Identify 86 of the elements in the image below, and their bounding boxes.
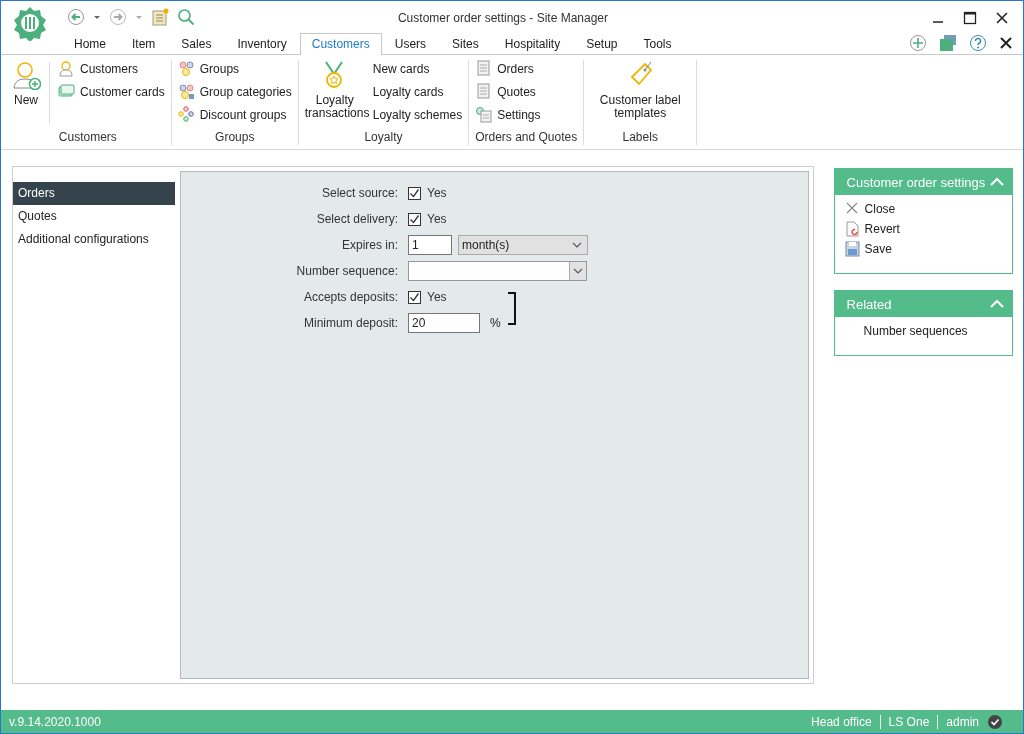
ribbon-button[interactable]: Quotes: [475, 83, 541, 100]
sidebar-item[interactable]: Quotes: [13, 205, 175, 228]
status-text: Head office: [803, 714, 881, 729]
checkbox[interactable]: [408, 212, 421, 226]
field-label: Expires in:: [340, 238, 399, 252]
ribbon-tab[interactable]: Item: [119, 33, 169, 55]
checkbox-label[interactable]: Yes: [427, 290, 447, 304]
person-add-icon: [11, 60, 41, 90]
ribbon-group-label: Groups: [214, 130, 256, 145]
app-logo: [12, 4, 48, 41]
number-field[interactable]: 20: [408, 313, 480, 333]
person-icon: [58, 60, 75, 77]
checkbox[interactable]: [408, 290, 421, 304]
checkbox[interactable]: [408, 186, 421, 200]
ribbon-tab[interactable]: Inventory: [224, 33, 300, 55]
checkmark-icon: [409, 187, 420, 199]
sidebar-item[interactable]: Orders: [13, 182, 175, 205]
back-icon[interactable]: [67, 7, 85, 26]
version-text: v.9.14.2020.1000: [9, 714, 101, 729]
field-label: Select delivery:: [315, 212, 399, 226]
ribbon-button[interactable]: New: [11, 60, 41, 130]
field-label: Accepts deposits:: [302, 290, 399, 304]
checkmark-icon: [409, 213, 420, 225]
plus-icon[interactable]: [909, 34, 927, 52]
checkbox-label[interactable]: Yes: [427, 212, 447, 226]
document-icon: [475, 60, 493, 77]
ribbon-tab[interactable]: Sales: [168, 33, 225, 55]
ribbon-tab[interactable]: Hospitality: [491, 33, 574, 55]
people-icon: [177, 60, 195, 77]
sidebar-item[interactable]: Additional configurations: [13, 228, 175, 251]
ribbon-button[interactable]: Group categories: [177, 83, 292, 100]
ribbon-tab[interactable]: Customers: [299, 33, 382, 55]
unit-dropdown[interactable]: month(s): [458, 235, 588, 255]
chevron-up-icon[interactable]: [990, 299, 1004, 309]
window-title: Customer order settings - Site Manager: [397, 10, 609, 25]
notepad-icon[interactable]: [151, 7, 169, 26]
dropdown-field[interactable]: [408, 261, 587, 281]
checkbox-label[interactable]: Yes: [427, 186, 447, 200]
ribbon-tab[interactable]: Tools: [630, 33, 685, 55]
status-text: LS One: [880, 714, 939, 729]
check-circle-icon: [987, 713, 1003, 730]
task-link[interactable]: Save: [844, 239, 1002, 259]
chevron-up-icon[interactable]: [990, 177, 1004, 187]
ribbon-tab[interactable]: Setup: [573, 33, 631, 55]
ribbon-group-label: Customers: [57, 130, 118, 145]
field-label: Number sequence:: [295, 264, 399, 278]
circles-icon: [177, 106, 195, 123]
close-icon[interactable]: [995, 10, 1009, 25]
unit-label: %: [490, 316, 501, 330]
status-text: admin: [945, 714, 980, 729]
people-icon: [177, 83, 195, 100]
ribbon-button[interactable]: New cards: [372, 60, 463, 77]
number-field[interactable]: 1: [408, 235, 452, 255]
document-gear-icon: [475, 106, 493, 123]
ribbon-button[interactable]: Orders: [475, 60, 541, 77]
ribbon-group-label: Loyalty: [363, 130, 404, 145]
maximize-icon[interactable]: [963, 10, 977, 25]
ribbon-button[interactable]: Groups: [177, 60, 292, 77]
close-icon[interactable]: [999, 36, 1013, 50]
ribbon-button[interactable]: Customer cards: [58, 83, 165, 100]
ribbon-button[interactable]: Loyalty schemes: [372, 106, 463, 123]
cards-icon: [58, 83, 75, 100]
ribbon-button[interactable]: Settings: [475, 106, 541, 123]
ribbon-group-label: Labels: [621, 130, 659, 145]
ribbon-button[interactable]: Customers: [58, 60, 165, 77]
task-link[interactable]: Revert: [844, 219, 1002, 239]
bracket-line: [508, 292, 516, 325]
forward-icon[interactable]: [109, 7, 127, 26]
ribbon-button[interactable]: Customer label templates: [590, 60, 691, 130]
document-undo-icon: [844, 221, 860, 237]
ribbon-tab[interactable]: Sites: [439, 33, 492, 55]
checkmark-icon: [409, 291, 420, 303]
windows-icon[interactable]: [939, 34, 957, 52]
task-link[interactable]: Number sequences: [844, 321, 1002, 341]
ribbon-button[interactable]: Discount groups: [177, 106, 292, 123]
save-icon: [844, 241, 860, 257]
ribbon-group-label: Orders and Quotes: [475, 130, 578, 145]
task-link[interactable]: Close: [844, 199, 1002, 219]
field-label: Minimum deposit:: [302, 316, 399, 330]
ribbon-button[interactable]: Loyalty cards: [372, 83, 463, 100]
field-label: Select source:: [320, 186, 399, 200]
ribbon-tab[interactable]: Users: [381, 33, 440, 55]
help-icon[interactable]: [969, 34, 987, 52]
search-icon[interactable]: [177, 7, 195, 26]
document-icon: [475, 83, 493, 100]
ribbon-tab[interactable]: Home: [61, 33, 119, 55]
